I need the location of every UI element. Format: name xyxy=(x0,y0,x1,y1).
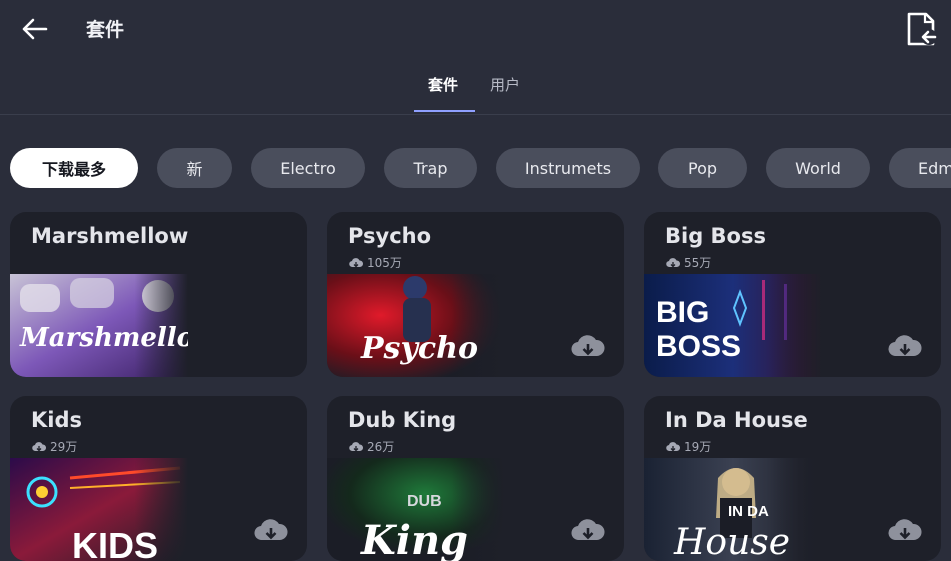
svg-text:DUB: DUB xyxy=(407,493,442,510)
cloud-download-button-icon[interactable] xyxy=(888,516,922,544)
kit-card-marshmellow[interactable]: Marshmellow Marshmellow xyxy=(10,212,307,377)
cloud-download-icon xyxy=(32,441,46,451)
kit-card-in-da-house[interactable]: In Da House 19万 IN DA House xyxy=(644,396,941,561)
tab-users[interactable]: 用户 xyxy=(490,74,520,95)
chip-trap[interactable]: Trap xyxy=(384,148,477,188)
back-arrow-icon[interactable] xyxy=(20,16,48,42)
chip-instrumets[interactable]: Instrumets xyxy=(496,148,640,188)
kit-cover-art: BIG BOSS xyxy=(644,274,822,377)
download-count-value: 105万 xyxy=(367,256,402,270)
svg-text:BIG: BIG xyxy=(656,296,709,329)
kit-card-psycho[interactable]: Psycho 105万 Psycho xyxy=(327,212,624,377)
svg-text:King: King xyxy=(360,517,468,561)
active-tab-indicator xyxy=(414,110,475,112)
chip-world[interactable]: World xyxy=(766,148,870,188)
category-chip-row: 下载最多 新 Electro Trap Instrumets Pop World… xyxy=(0,148,951,188)
kit-card-kids[interactable]: Kids 29万 KIDS xyxy=(10,396,307,561)
kit-cover-art: KIDS xyxy=(10,458,188,561)
cloud-download-icon xyxy=(666,257,680,267)
top-app-bar: 套件 xyxy=(0,0,951,56)
download-count: 55万 xyxy=(666,254,711,271)
svg-text:BOSS: BOSS xyxy=(656,330,741,363)
cloud-download-button-icon[interactable] xyxy=(254,516,288,544)
cover-title-text: Marshmellow xyxy=(19,323,188,353)
chip-pop[interactable]: Pop xyxy=(658,148,747,188)
chip-most-downloaded[interactable]: 下载最多 xyxy=(10,148,138,188)
kit-card-big-boss[interactable]: Big Boss 55万 BIG BOSS xyxy=(644,212,941,377)
download-count: 29万 xyxy=(32,438,77,455)
tab-kits[interactable]: 套件 xyxy=(428,74,458,95)
download-count-value: 29万 xyxy=(50,440,78,454)
kit-cover-art: Marshmellow xyxy=(10,274,188,377)
cover-title-text: KIDS xyxy=(72,525,158,561)
kit-name: Dub King xyxy=(348,408,457,432)
kit-name: Marshmellow xyxy=(31,224,189,248)
tab-bar: 套件 用户 xyxy=(0,72,951,114)
kit-card-dub-king[interactable]: Dub King 26万 DUB King xyxy=(327,396,624,561)
cloud-download-button-icon[interactable] xyxy=(571,516,605,544)
chip-new[interactable]: 新 xyxy=(157,148,232,188)
svg-text:IN DA: IN DA xyxy=(728,503,769,520)
download-count: 105万 xyxy=(349,254,402,271)
svg-text:House: House xyxy=(673,522,790,561)
chip-electro[interactable]: Electro xyxy=(251,148,365,188)
cover-title-text: Psycho xyxy=(360,331,478,366)
kit-name: Psycho xyxy=(348,224,432,248)
kit-name: In Da House xyxy=(665,408,808,432)
cloud-download-button-icon[interactable] xyxy=(571,332,605,360)
kit-name: Kids xyxy=(31,408,83,432)
kit-name: Big Boss xyxy=(665,224,766,248)
export-file-icon[interactable] xyxy=(904,11,938,47)
tab-divider xyxy=(0,114,951,115)
kit-cover-art: Psycho xyxy=(327,274,505,377)
download-count-value: 26万 xyxy=(367,440,395,454)
download-count: 26万 xyxy=(349,438,394,455)
page-title: 套件 xyxy=(86,19,125,41)
download-count: 19万 xyxy=(666,438,711,455)
cloud-download-icon xyxy=(666,441,680,451)
cloud-download-button-icon[interactable] xyxy=(888,332,922,360)
download-count-value: 19万 xyxy=(684,440,712,454)
cloud-download-icon xyxy=(349,257,363,267)
download-count-value: 55万 xyxy=(684,256,712,270)
chip-edm[interactable]: Edm xyxy=(889,148,951,188)
kit-cover-art: DUB King xyxy=(327,458,505,561)
kit-cover-art: IN DA House xyxy=(644,458,822,561)
cloud-download-icon xyxy=(349,441,363,451)
